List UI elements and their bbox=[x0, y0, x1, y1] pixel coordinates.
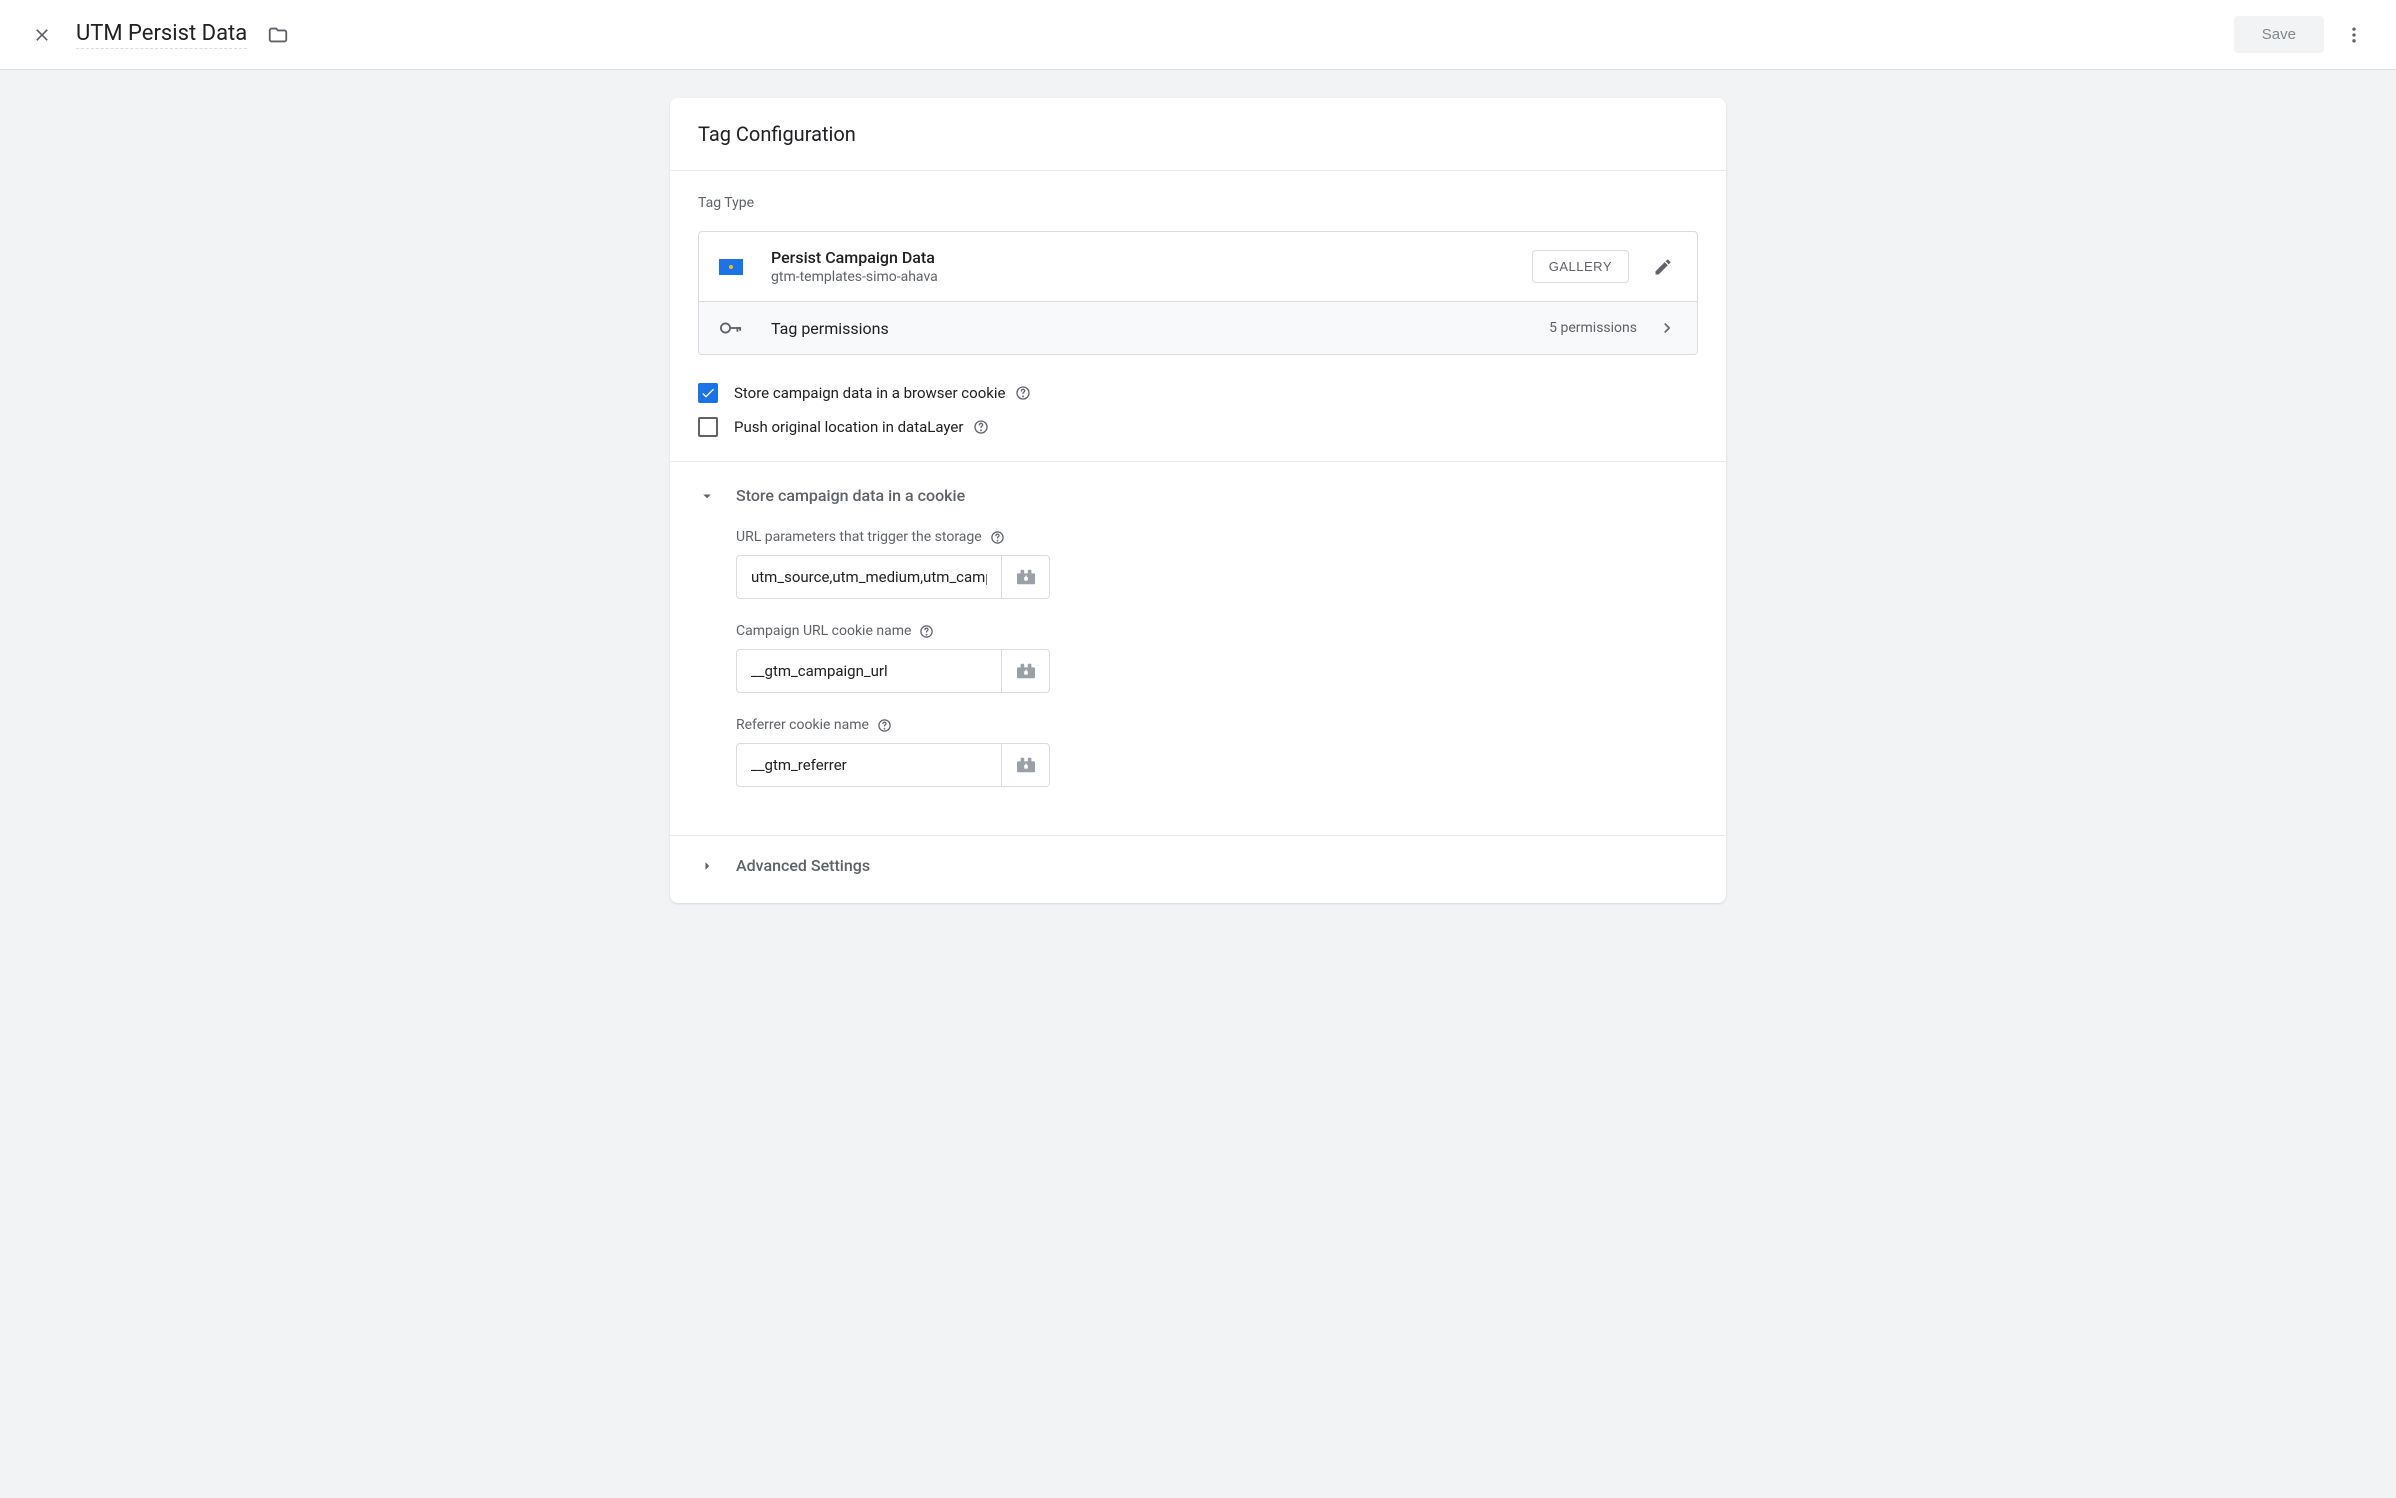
field-referrer-cookie: Referrer cookie name bbox=[736, 717, 1698, 787]
lego-icon bbox=[1015, 756, 1037, 774]
tag-type-box: Persist Campaign Data gtm-templates-simo… bbox=[698, 231, 1698, 355]
checkbox-push-datalayer[interactable] bbox=[698, 417, 718, 437]
field-campaign-cookie: Campaign URL cookie name bbox=[736, 623, 1698, 693]
input-campaign-cookie[interactable] bbox=[736, 649, 1002, 693]
header-bar: UTM Persist Data Save bbox=[0, 0, 2396, 70]
tag-config-card: Tag Configuration Tag Type Persist Campa… bbox=[670, 98, 1726, 903]
more-menu-button[interactable] bbox=[2336, 17, 2372, 53]
section-header-cookie[interactable]: Store campaign data in a cookie bbox=[698, 486, 1698, 505]
help-icon[interactable] bbox=[990, 530, 1005, 545]
close-icon bbox=[32, 25, 52, 45]
tag-template-author: gtm-templates-simo-ahava bbox=[771, 269, 1532, 285]
tag-type-label: Tag Type bbox=[698, 195, 1698, 211]
permissions-count: 5 permissions bbox=[1549, 320, 1637, 336]
save-button[interactable]: Save bbox=[2234, 16, 2324, 53]
key-icon bbox=[719, 321, 743, 335]
input-url-params[interactable] bbox=[736, 555, 1002, 599]
input-referrer-cookie[interactable] bbox=[736, 743, 1002, 787]
chevron-right-icon bbox=[1657, 318, 1677, 338]
page-title[interactable]: UTM Persist Data bbox=[76, 21, 247, 49]
label-url-params: URL parameters that trigger the storage bbox=[736, 529, 982, 545]
lego-icon bbox=[1015, 568, 1037, 586]
lego-icon bbox=[1015, 662, 1037, 680]
section-title-cookie: Store campaign data in a cookie bbox=[736, 486, 965, 505]
permissions-label: Tag permissions bbox=[771, 319, 1549, 338]
checkbox-label-store-cookie: Store campaign data in a browser cookie bbox=[734, 384, 1005, 402]
variable-picker-button[interactable] bbox=[1002, 555, 1050, 599]
field-url-params: URL parameters that trigger the storage bbox=[736, 529, 1698, 599]
folder-icon[interactable] bbox=[267, 24, 289, 46]
checkbox-label-push-datalayer: Push original location in dataLayer bbox=[734, 418, 963, 436]
close-button[interactable] bbox=[24, 17, 60, 53]
chevron-right-icon bbox=[698, 857, 716, 875]
gallery-button[interactable]: GALLERY bbox=[1532, 250, 1629, 283]
label-referrer-cookie: Referrer cookie name bbox=[736, 717, 869, 733]
more-vert-icon bbox=[2344, 25, 2364, 45]
chevron-down-icon bbox=[698, 487, 716, 505]
section-header-advanced[interactable]: Advanced Settings bbox=[698, 836, 1698, 903]
label-campaign-cookie: Campaign URL cookie name bbox=[736, 623, 911, 639]
variable-picker-button[interactable] bbox=[1002, 649, 1050, 693]
tag-template-name: Persist Campaign Data bbox=[771, 248, 1532, 267]
tag-permissions-row[interactable]: Tag permissions 5 permissions bbox=[699, 302, 1697, 354]
card-title: Tag Configuration bbox=[698, 122, 1698, 146]
help-icon[interactable] bbox=[877, 718, 892, 733]
pencil-icon bbox=[1653, 257, 1673, 277]
edit-tag-button[interactable] bbox=[1649, 253, 1677, 281]
checkbox-row-push-datalayer: Push original location in dataLayer bbox=[698, 417, 1698, 437]
section-title-advanced: Advanced Settings bbox=[736, 856, 870, 875]
check-icon bbox=[700, 385, 716, 401]
variable-picker-button[interactable] bbox=[1002, 743, 1050, 787]
tag-type-row[interactable]: Persist Campaign Data gtm-templates-simo… bbox=[699, 232, 1697, 302]
help-icon[interactable] bbox=[973, 419, 989, 435]
help-icon[interactable] bbox=[1015, 385, 1031, 401]
checkbox-store-cookie[interactable] bbox=[698, 383, 718, 403]
help-icon[interactable] bbox=[919, 624, 934, 639]
tag-template-icon bbox=[719, 259, 743, 275]
checkbox-row-store-cookie: Store campaign data in a browser cookie bbox=[698, 383, 1698, 403]
